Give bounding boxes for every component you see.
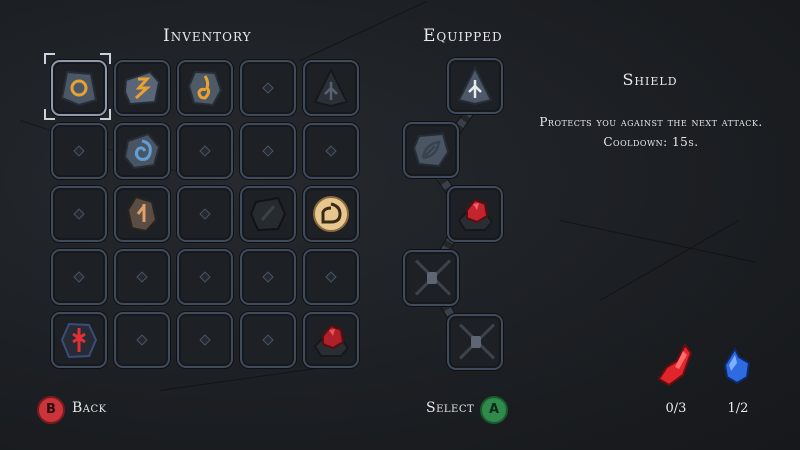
lightning-rune-stone-icon <box>123 70 161 106</box>
empty-slot-marker <box>262 145 274 157</box>
inventory-slot[interactable] <box>303 186 359 242</box>
gold-rune-stone-icon <box>313 196 349 232</box>
empty-slot-marker <box>199 208 211 220</box>
empty-slot-marker <box>136 271 148 283</box>
inventory-slot-empty[interactable] <box>177 186 233 242</box>
a-button-icon[interactable]: A <box>480 396 508 424</box>
blue-spiral-rune-stone-icon <box>123 132 161 170</box>
circle-rune-stone-icon <box>60 70 98 107</box>
inventory-slot-empty[interactable] <box>303 123 359 179</box>
select-label[interactable]: Select <box>426 400 474 416</box>
equipped-slot[interactable] <box>447 186 503 242</box>
inventory-slot-empty[interactable] <box>240 249 296 305</box>
inventory-slot[interactable] <box>240 186 296 242</box>
red-crystal-shard-icon <box>657 343 693 387</box>
blue-crystal-count: 1/2 <box>727 401 749 416</box>
empty-slot-marker <box>262 82 274 94</box>
inventory-slot[interactable] <box>177 60 233 116</box>
empty-slot-marker <box>325 271 337 283</box>
locked-equipped-slot <box>447 314 503 370</box>
item-description: Protects you against the next attack. Co… <box>539 115 763 149</box>
item-name: Shield <box>622 70 678 89</box>
empty-slot-marker <box>262 271 274 283</box>
inventory-title: Inventory <box>163 26 252 46</box>
empty-slot-marker <box>325 145 337 157</box>
inventory-slot-empty[interactable] <box>114 312 170 368</box>
red-crystal-ore-icon <box>457 198 494 231</box>
selection-corner <box>100 53 111 64</box>
inventory-slot-empty[interactable] <box>240 123 296 179</box>
empty-slot-marker <box>73 271 85 283</box>
padlock-icon <box>427 272 437 284</box>
red-crystal-ore-icon <box>313 324 350 357</box>
padlock-icon <box>471 336 481 348</box>
inventory-slot[interactable] <box>114 123 170 179</box>
inventory-slot[interactable] <box>303 60 359 116</box>
equipped-title: Equipped <box>423 26 503 46</box>
empty-slot-marker <box>73 208 85 220</box>
inventory-slot-empty[interactable] <box>240 60 296 116</box>
selection-corner <box>100 109 111 120</box>
blue-crystal-shard-icon <box>723 347 751 385</box>
equipped-slot[interactable] <box>447 58 503 114</box>
equipped-slot[interactable] <box>403 122 459 178</box>
inventory-slot[interactable] <box>51 60 107 116</box>
empty-slot-marker <box>199 271 211 283</box>
inventory-slot-empty[interactable] <box>51 123 107 179</box>
inventory-slot-empty[interactable] <box>51 249 107 305</box>
dark-rune-stone-icon <box>249 196 287 232</box>
leaf-rune-stone-icon <box>412 132 450 168</box>
inventory-slot[interactable] <box>114 186 170 242</box>
empty-slot-marker <box>199 145 211 157</box>
inventory-slot-empty[interactable] <box>177 123 233 179</box>
spiral-rune-stone-icon <box>187 70 223 107</box>
inventory-slot-empty[interactable] <box>240 312 296 368</box>
empty-slot-marker <box>73 145 85 157</box>
locked-equipped-slot <box>403 250 459 306</box>
shield-arrow-rune-stone-icon <box>313 68 349 108</box>
shield-arrow-rune-stone-icon <box>457 66 493 106</box>
empty-slot-marker <box>262 334 274 346</box>
red-crystal-count: 0/3 <box>665 401 687 416</box>
selection-corner <box>44 109 55 120</box>
inventory-slot[interactable] <box>114 60 170 116</box>
back-label[interactable]: Back <box>72 400 107 416</box>
inventory-slot-empty[interactable] <box>51 186 107 242</box>
brown-rune-stone-icon <box>126 195 158 233</box>
inventory-slot[interactable] <box>303 312 359 368</box>
inventory-slot-empty[interactable] <box>303 249 359 305</box>
selection-corner <box>44 53 55 64</box>
inventory-slot-empty[interactable] <box>177 249 233 305</box>
inventory-slot[interactable] <box>51 312 107 368</box>
red-rune-stone-icon <box>60 322 98 359</box>
inventory-slot-empty[interactable] <box>114 249 170 305</box>
empty-slot-marker <box>136 334 148 346</box>
b-button-icon[interactable]: B <box>37 396 65 424</box>
inventory-slot-empty[interactable] <box>177 312 233 368</box>
empty-slot-marker <box>199 334 211 346</box>
